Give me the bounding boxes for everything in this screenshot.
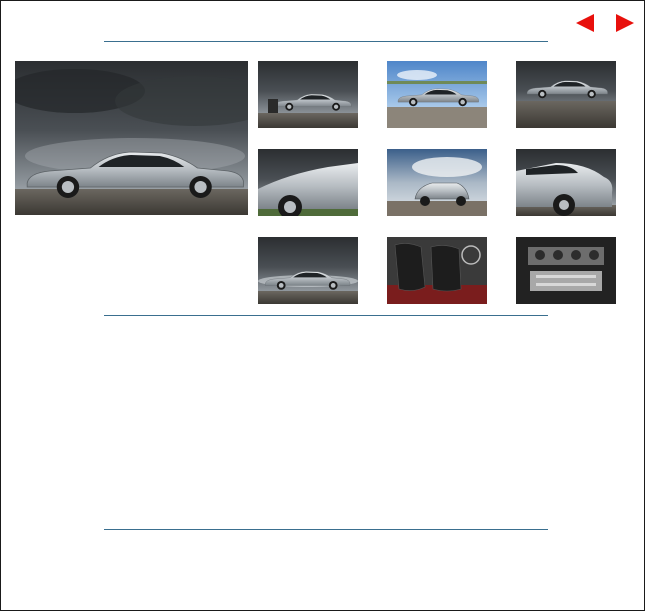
main-photo[interactable]	[15, 61, 248, 215]
thumbnail[interactable]	[387, 149, 487, 216]
coupe-front-storm-image	[258, 61, 358, 128]
thumbnail[interactable]	[387, 237, 487, 304]
coupe-front-cloudy-image	[387, 149, 487, 216]
middle-divider	[104, 315, 548, 316]
thumbnail[interactable]	[258, 237, 358, 304]
top-divider	[104, 41, 548, 42]
coupe-side-low-angle-image	[258, 237, 358, 304]
thumbnail[interactable]	[258, 149, 358, 216]
leather-seats-interior-image	[387, 237, 487, 304]
coupe-rear-fender-image	[258, 149, 358, 216]
thumbnail[interactable]	[516, 237, 616, 304]
right-triangle-arrow-icon	[616, 14, 634, 32]
coupe-side-profile-image	[15, 61, 248, 215]
thumbnail[interactable]	[516, 149, 616, 216]
engine-bay-image	[516, 237, 616, 304]
coupe-gravel-blue-sky-image	[387, 61, 487, 128]
thumbnail[interactable]	[258, 61, 358, 128]
coupe-side-storm-image	[516, 61, 616, 128]
thumbnail[interactable]	[387, 61, 487, 128]
next-button[interactable]	[615, 13, 635, 33]
prev-button[interactable]	[575, 13, 595, 33]
thumbnail[interactable]	[516, 61, 616, 128]
bottom-divider	[104, 529, 548, 530]
coupe-rear-side-image	[516, 149, 616, 216]
left-triangle-arrow-icon	[576, 14, 594, 32]
